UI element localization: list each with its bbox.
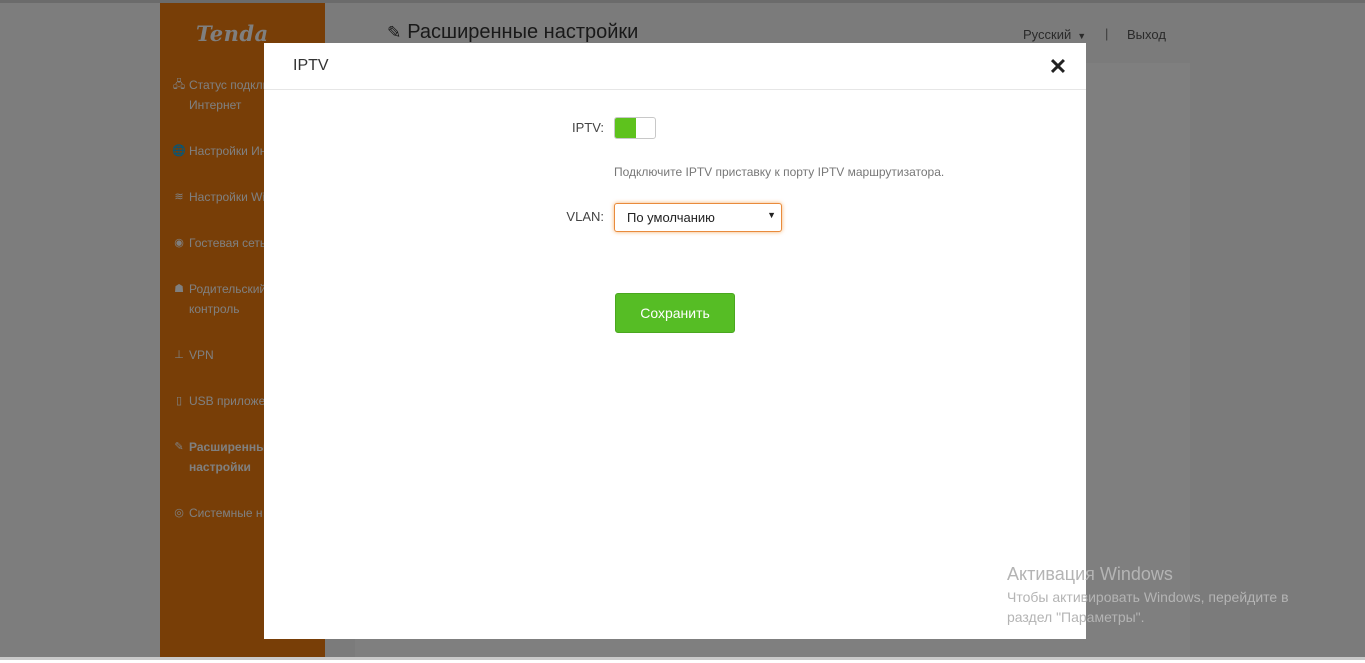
save-button[interactable]: Сохранить xyxy=(615,293,735,333)
vlan-selected-value: По умолчанию xyxy=(627,210,715,225)
dialog-title: IPTV xyxy=(293,57,329,74)
chevron-down-icon: ▼ xyxy=(767,210,776,220)
iptv-hint-text: Подключите IPTV приставку к порту IPTV м… xyxy=(614,165,945,179)
windows-activation-line2: раздел "Параметры". xyxy=(1007,609,1145,625)
vlan-select[interactable]: По умолчанию ▼ xyxy=(614,203,782,232)
toggle-on-indicator xyxy=(615,118,636,138)
dialog-header: IPTV ✕ xyxy=(264,43,1086,90)
iptv-label: IPTV: xyxy=(571,120,604,135)
iptv-toggle[interactable] xyxy=(614,117,656,139)
close-icon[interactable]: ✕ xyxy=(1046,54,1070,80)
windows-activation-title: Активация Windows xyxy=(1007,564,1173,584)
windows-activation-line1: Чтобы активировать Windows, перейдите в xyxy=(1007,589,1289,605)
vlan-label: VLAN: xyxy=(566,209,604,224)
iptv-dialog: IPTV ✕ IPTV: Подключите IPTV приставку к… xyxy=(264,43,1086,639)
